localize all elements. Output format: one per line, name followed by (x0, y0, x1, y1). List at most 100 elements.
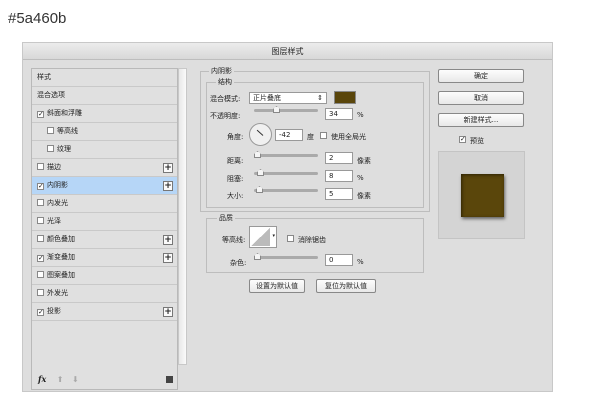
ok-button[interactable]: 确定 (438, 69, 524, 83)
angle-needle (257, 130, 264, 136)
noise-slider[interactable] (254, 256, 318, 259)
preview-label: 预览 (470, 136, 484, 146)
style-list-item-label: 颜色叠加 (47, 235, 75, 243)
opacity-label: 不透明度: (210, 111, 240, 121)
list-footer: fx ⬆ ⬇ (32, 369, 177, 389)
style-list-item[interactable]: ✓投影 + (32, 303, 177, 321)
style-list-item-label: 描边 (47, 163, 61, 171)
blend-mode-label: 混合模式: (210, 94, 240, 104)
noise-input[interactable]: 0 (325, 254, 353, 266)
style-list-item[interactable]: 外发光 (32, 285, 177, 303)
move-down-icon[interactable]: ⬇ (72, 375, 79, 384)
style-list-item[interactable]: 纹理 (32, 141, 177, 159)
preview-checkbox[interactable]: ✓ (459, 136, 466, 143)
antialias-label: 消除锯齿 (298, 235, 326, 245)
distance-label: 距离: (227, 156, 243, 166)
add-icon[interactable]: + (163, 253, 173, 263)
fx-button[interactable]: fx (38, 374, 46, 384)
choke-label: 阻塞: (227, 174, 243, 184)
size-slider[interactable] (254, 189, 318, 192)
noise-unit: % (357, 258, 364, 266)
color-caption: #5a460b (8, 10, 66, 27)
style-list-item[interactable]: 颜色叠加 + (32, 231, 177, 249)
choke-unit: % (357, 174, 364, 182)
add-icon[interactable]: + (163, 307, 173, 317)
style-list-item[interactable]: ✓斜面和浮雕 (32, 105, 177, 123)
antialias-checkbox[interactable] (287, 235, 294, 242)
contour-picker[interactable]: ▾ (249, 226, 277, 248)
reset-default-button[interactable]: 复位为默认值 (316, 279, 376, 293)
checkbox[interactable]: ✓ (37, 309, 44, 316)
checkbox[interactable]: ✓ (37, 111, 44, 118)
style-list-item-label: 样式 (37, 73, 51, 81)
style-list-item[interactable]: 描边 + (32, 159, 177, 177)
opacity-unit: % (357, 111, 364, 119)
angle-dial[interactable] (249, 123, 272, 146)
distance-input[interactable]: 2 (325, 152, 353, 164)
style-list-item-label: 渐变叠加 (47, 253, 75, 261)
angle-label: 角度: (227, 132, 243, 142)
global-light-checkbox[interactable] (320, 132, 327, 139)
style-list-item-label: 外发光 (47, 289, 68, 297)
choke-slider[interactable] (254, 172, 318, 175)
preview-swatch (461, 174, 504, 217)
size-unit: 像素 (357, 191, 371, 201)
move-up-icon[interactable]: ⬆ (57, 375, 64, 384)
list-scrollbar[interactable] (178, 68, 187, 365)
opacity-input[interactable]: 34 (325, 108, 353, 120)
style-list-item[interactable]: 等高线 (32, 123, 177, 141)
blend-mode-value: 正片叠底 (253, 94, 281, 102)
style-list-item-label: 内发光 (47, 199, 68, 207)
checkbox[interactable] (37, 163, 44, 170)
style-list-item-label: 等高线 (57, 127, 78, 135)
style-list-item[interactable]: 图案叠加 (32, 267, 177, 285)
style-list-item[interactable]: ✓渐变叠加 + (32, 249, 177, 267)
style-list-item-label: 图案叠加 (47, 271, 75, 279)
inner-shadow-title: 内阴影 (209, 66, 234, 76)
blend-mode-select[interactable]: 正片叠底 ⇕ (249, 92, 327, 104)
angle-input[interactable]: -42 (275, 129, 303, 141)
style-list-item-label: 纹理 (57, 145, 71, 153)
trash-icon[interactable] (166, 376, 173, 383)
style-list-item[interactable]: 样式 (32, 69, 177, 87)
checkbox[interactable] (37, 217, 44, 224)
shadow-color-swatch[interactable] (334, 91, 356, 104)
contour-label: 等高线: (222, 235, 245, 245)
checkbox[interactable] (47, 145, 54, 152)
add-icon[interactable]: + (163, 181, 173, 191)
cancel-button[interactable]: 取消 (438, 91, 524, 105)
style-list: 样式混合选项✓斜面和浮雕等高线纹理描边+✓内阴影+内发光光泽颜色叠加+✓渐变叠加… (31, 68, 178, 390)
style-list-item-label: 光泽 (47, 217, 61, 225)
add-icon[interactable]: + (163, 163, 173, 173)
style-list-item[interactable]: ✓内阴影 + (32, 177, 177, 195)
choke-input[interactable]: 8 (325, 170, 353, 182)
angle-unit: 度 (307, 132, 314, 142)
new-style-button[interactable]: 新建样式... (438, 113, 524, 127)
style-list-item-label: 投影 (47, 307, 61, 315)
checkbox[interactable] (47, 127, 54, 134)
style-list-item-label: 内阴影 (47, 181, 68, 189)
checkbox[interactable] (37, 235, 44, 242)
dropdown-arrow-icon: ▾ (272, 233, 275, 239)
checkbox[interactable] (37, 289, 44, 296)
checkbox[interactable] (37, 199, 44, 206)
size-label: 大小: (227, 191, 243, 201)
checkbox[interactable]: ✓ (37, 183, 44, 190)
style-list-item[interactable]: 混合选项 (32, 87, 177, 105)
style-list-item[interactable]: 光泽 (32, 213, 177, 231)
distance-slider[interactable] (254, 154, 318, 157)
checkbox[interactable] (37, 271, 44, 278)
style-list-item-label: 混合选项 (37, 91, 65, 99)
size-input[interactable]: 5 (325, 188, 353, 200)
checkbox[interactable]: ✓ (37, 255, 44, 262)
distance-unit: 像素 (357, 156, 371, 166)
noise-label: 杂色: (230, 258, 246, 268)
set-default-button[interactable]: 设置为默认值 (249, 279, 305, 293)
select-arrows-icon: ⇕ (317, 93, 323, 103)
layer-style-dialog: 图层样式 样式混合选项✓斜面和浮雕等高线纹理描边+✓内阴影+内发光光泽颜色叠加+… (22, 42, 553, 392)
style-list-item-label: 斜面和浮雕 (47, 109, 82, 117)
add-icon[interactable]: + (163, 235, 173, 245)
style-list-item[interactable]: 内发光 (32, 195, 177, 213)
opacity-slider[interactable] (254, 109, 318, 112)
dialog-title: 图层样式 (23, 43, 552, 60)
